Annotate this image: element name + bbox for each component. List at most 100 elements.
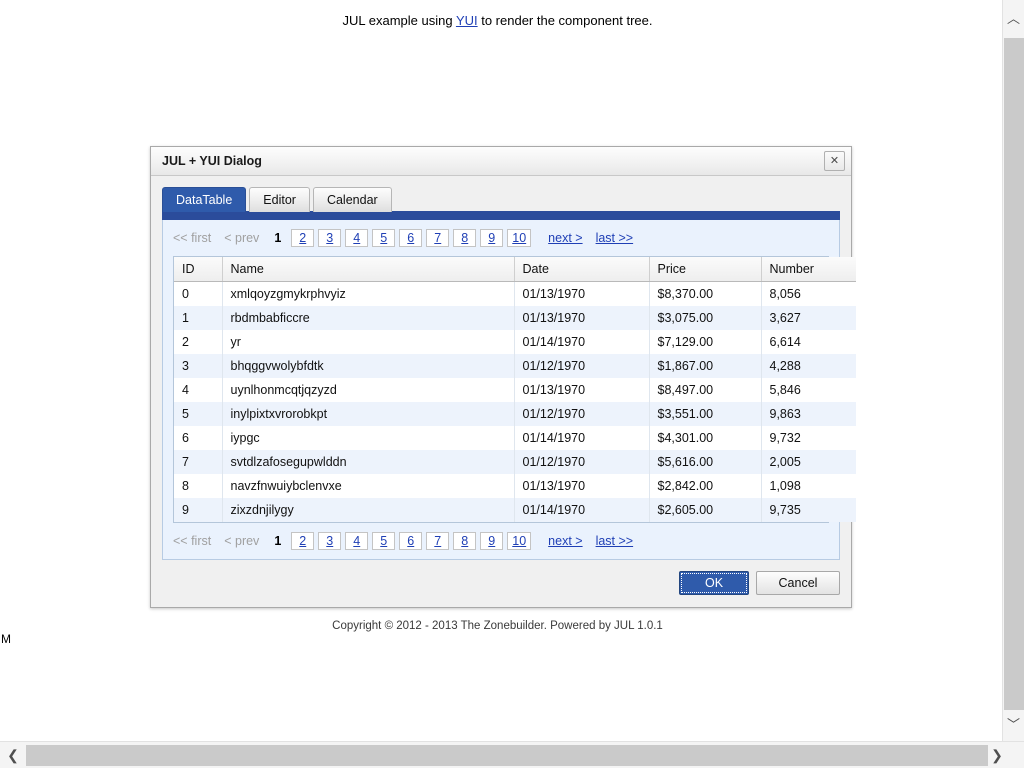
pager-page-3[interactable]: 3 xyxy=(318,531,342,550)
pager-next[interactable]: next > xyxy=(548,231,582,245)
column-header-date[interactable]: Date xyxy=(514,257,650,282)
pager-page-10[interactable]: 10 xyxy=(507,531,532,550)
table-row[interactable]: 5 inylpixtxvrorobkpt 01/12/1970 $3,551.0… xyxy=(174,401,856,426)
table-row[interactable]: 3 bhqggvwolybfdtk 01/12/1970 $1,867.00 4… xyxy=(174,353,856,378)
cell-price: $7,129.00 xyxy=(649,329,762,354)
pager-current-page: 1 xyxy=(274,231,282,245)
pager-page-5[interactable]: 5 xyxy=(372,229,396,247)
cancel-button[interactable]: Cancel xyxy=(756,570,840,595)
vertical-scrollbar-thumb[interactable] xyxy=(1004,38,1024,710)
scroll-down-icon[interactable]: ﹀ xyxy=(1003,712,1024,734)
pager-prev-disabled: < prev xyxy=(224,533,260,548)
pager-page-2[interactable]: 2 xyxy=(291,229,315,247)
cell-date: 01/12/1970 xyxy=(514,353,650,378)
pager-page-9[interactable]: 9 xyxy=(480,229,504,247)
datatable-panel: << first < prev 1 2 3 4 5 6 7 8 9 10 nex… xyxy=(162,220,856,560)
dialog-titlebar[interactable]: JUL + YUI Dialog ✕ xyxy=(151,147,851,176)
cell-number: 2,005 xyxy=(761,449,856,474)
column-header-number[interactable]: Number xyxy=(761,257,856,282)
column-header-id[interactable]: ID xyxy=(174,257,223,282)
cell-number: 1,098 xyxy=(761,473,856,498)
cell-number: 6,614 xyxy=(761,329,856,354)
corner-text: M xyxy=(1,632,11,646)
pager-page-4[interactable]: 4 xyxy=(345,531,369,550)
cell-price: $2,842.00 xyxy=(649,473,762,498)
cell-number: 9,732 xyxy=(761,425,856,450)
cell-name: inylpixtxvrorobkpt xyxy=(222,401,515,426)
scroll-up-icon[interactable]: ︿ xyxy=(1003,6,1024,28)
tab-calendar[interactable]: Calendar xyxy=(312,187,392,212)
table-row[interactable]: 4 uynlhonmcqtjqzyzd 01/13/1970 $8,497.00… xyxy=(174,377,856,402)
pager-prev-disabled: < prev xyxy=(224,231,260,245)
copyright-text: Copyright © 2012 - 2013 The Zonebuilder.… xyxy=(332,620,663,632)
pager-last[interactable]: last >> xyxy=(596,231,634,245)
scroll-left-icon[interactable]: ❮ xyxy=(2,742,24,768)
pager-page-9[interactable]: 9 xyxy=(480,531,504,550)
pager-page-2[interactable]: 2 xyxy=(291,531,315,550)
cell-name: svtdlzafosegupwlddn xyxy=(222,449,515,474)
table-row[interactable]: 6 iypgc 01/14/1970 $4,301.00 9,732 xyxy=(174,425,856,450)
column-header-name[interactable]: Name xyxy=(222,257,515,282)
cell-number: 3,627 xyxy=(761,305,856,330)
tabstrip: DataTable Editor Calendar xyxy=(162,186,840,212)
pager-first-disabled: << first xyxy=(173,231,212,245)
table-row[interactable]: 1 rbdmbabficcre 01/13/1970 $3,075.00 3,6… xyxy=(174,305,856,330)
cell-id: 4 xyxy=(174,377,223,402)
cell-date: 01/13/1970 xyxy=(514,281,650,306)
cell-id: 2 xyxy=(174,329,223,354)
yui-link[interactable]: YUI xyxy=(456,13,478,28)
vertical-scrollbar[interactable]: ︿ ﹀ xyxy=(1002,0,1024,745)
cell-date: 01/12/1970 xyxy=(514,449,650,474)
scroll-right-icon[interactable]: ❯ xyxy=(986,742,1008,768)
cell-number: 9,735 xyxy=(761,497,856,522)
page-root: JUL example using YUI to render the comp… xyxy=(0,0,1024,768)
table-row[interactable]: 0 xmlqoyzgmykrphvyiz 01/13/1970 $8,370.0… xyxy=(174,281,856,306)
pager-page-7[interactable]: 7 xyxy=(426,229,450,247)
table-row[interactable]: 9 zixzdnjilygy 01/14/1970 $2,605.00 9,73… xyxy=(174,497,856,522)
horizontal-scrollbar-thumb[interactable] xyxy=(26,745,988,766)
cell-number: 9,863 xyxy=(761,401,856,426)
page-header: JUL example using YUI to render the comp… xyxy=(0,13,995,28)
dialog-title: JUL + YUI Dialog xyxy=(162,154,262,168)
close-icon[interactable]: ✕ xyxy=(824,151,845,171)
datatable-header-row: ID Name Date Price Number xyxy=(174,257,856,282)
cell-number: 8,056 xyxy=(761,281,856,306)
pager-page-6[interactable]: 6 xyxy=(399,229,423,247)
pager-page-4[interactable]: 4 xyxy=(345,229,369,247)
cell-name: zixzdnjilygy xyxy=(222,497,515,522)
ok-button[interactable]: OK xyxy=(679,570,749,595)
cell-date: 01/12/1970 xyxy=(514,401,650,426)
pager-page-3[interactable]: 3 xyxy=(318,229,342,247)
cell-id: 5 xyxy=(174,401,223,426)
pager-first-disabled: << first xyxy=(173,533,212,548)
cell-date: 01/14/1970 xyxy=(514,329,650,354)
column-header-price[interactable]: Price xyxy=(649,257,762,282)
cell-price: $8,370.00 xyxy=(649,281,762,306)
pager-page-8[interactable]: 8 xyxy=(453,229,477,247)
pager-page-6[interactable]: 6 xyxy=(399,531,423,550)
table-row[interactable]: 8 navzfnwuiybclenvxe 01/13/1970 $2,842.0… xyxy=(174,473,856,498)
pager-page-7[interactable]: 7 xyxy=(426,531,450,550)
tab-datatable[interactable]: DataTable xyxy=(162,187,247,212)
horizontal-scrollbar[interactable]: ❮ ❯ xyxy=(0,741,1024,768)
cell-number: 4,288 xyxy=(761,353,856,378)
pager-last[interactable]: last >> xyxy=(596,534,634,548)
pager-next[interactable]: next > xyxy=(548,534,582,548)
datatable-head: ID Name Date Price Number xyxy=(174,257,856,282)
cell-date: 01/13/1970 xyxy=(514,473,650,498)
pager-page-5[interactable]: 5 xyxy=(372,531,396,550)
table-row[interactable]: 2 yr 01/14/1970 $7,129.00 6,614 xyxy=(174,329,856,354)
cell-date: 01/14/1970 xyxy=(514,425,650,450)
cell-name: rbdmbabficcre xyxy=(222,305,515,330)
pager-top: << first < prev 1 2 3 4 5 6 7 8 9 10 nex… xyxy=(163,220,839,256)
jul-yui-dialog: JUL + YUI Dialog ✕ DataTable Editor Cale… xyxy=(150,146,856,608)
pager-page-8[interactable]: 8 xyxy=(453,531,477,550)
table-row[interactable]: 7 svtdlzafosegupwlddn 01/12/1970 $5,616.… xyxy=(174,449,856,474)
cell-price: $1,867.00 xyxy=(649,353,762,378)
pager-page-10[interactable]: 10 xyxy=(507,229,532,247)
cell-date: 01/13/1970 xyxy=(514,377,650,402)
cell-id: 7 xyxy=(174,449,223,474)
tab-editor[interactable]: Editor xyxy=(249,187,310,212)
cell-price: $5,616.00 xyxy=(649,449,762,474)
datatable-body: 0 xmlqoyzgmykrphvyiz 01/13/1970 $8,370.0… xyxy=(174,281,856,522)
